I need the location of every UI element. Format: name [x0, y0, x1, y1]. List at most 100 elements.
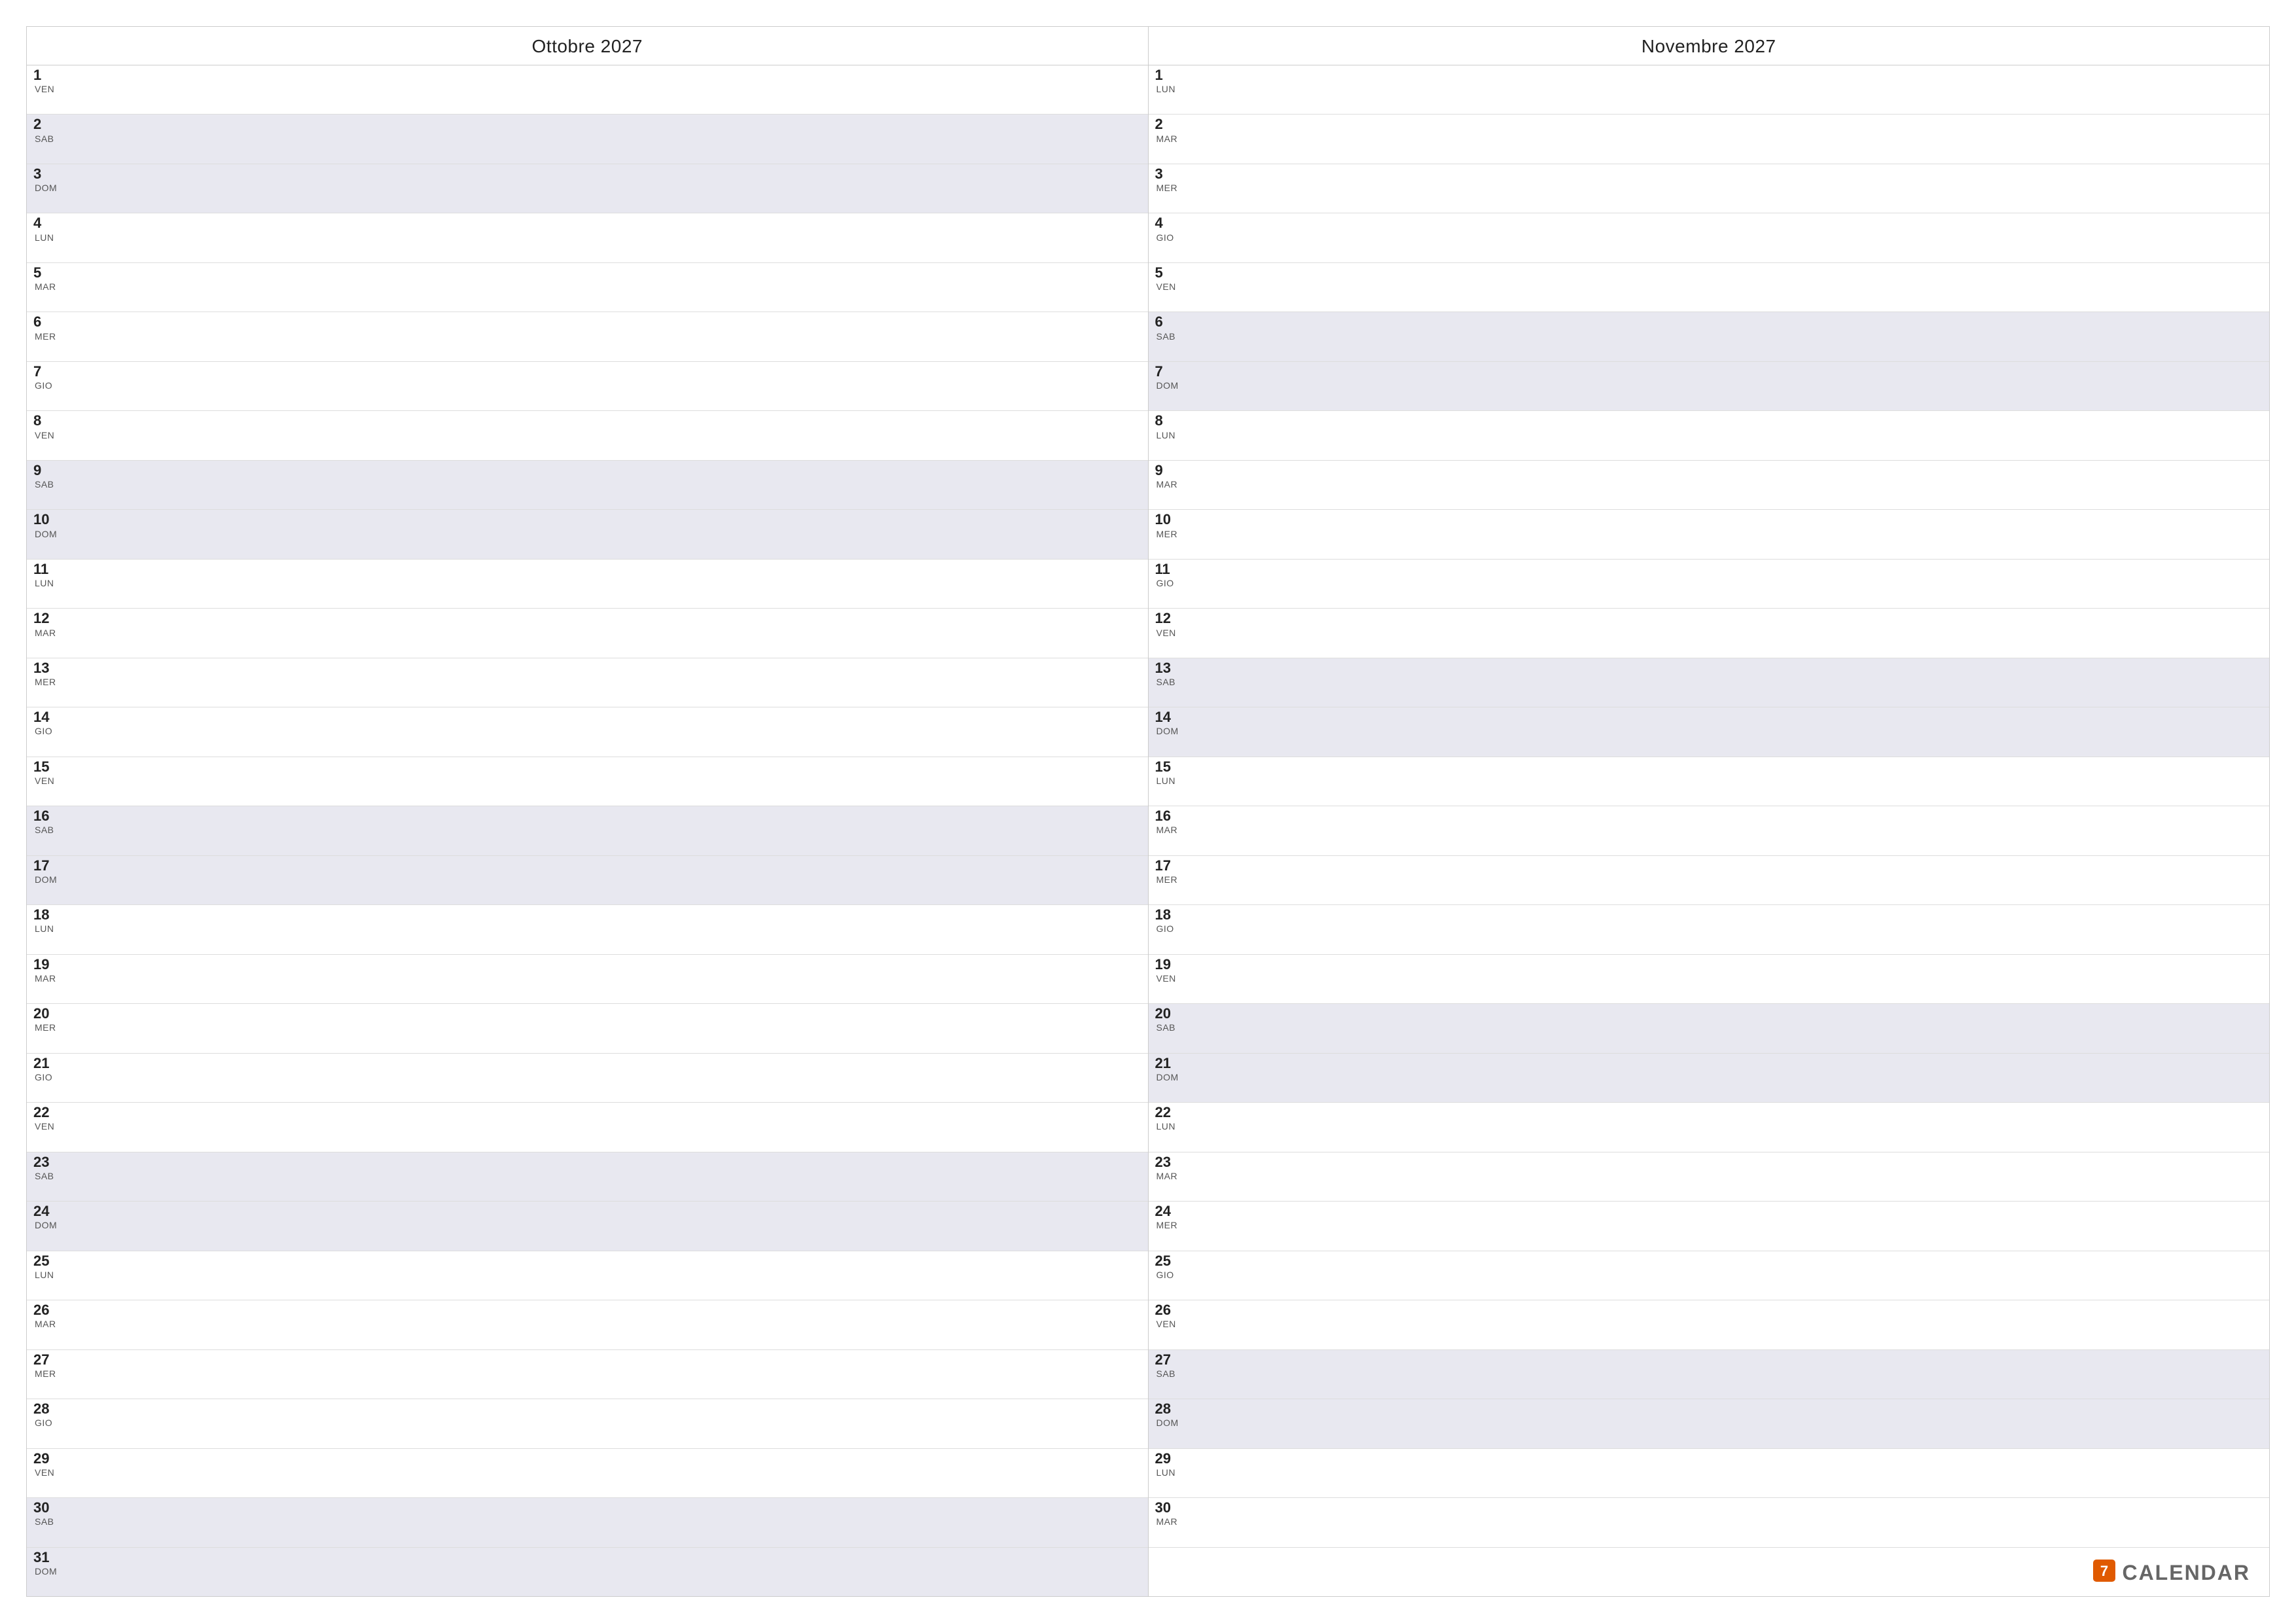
day-info: 9SAB — [33, 463, 57, 490]
day-row: 28GIO — [27, 1399, 1148, 1448]
day-info: 1VEN — [33, 67, 57, 95]
day-row: 21DOM — [1149, 1054, 2270, 1103]
day-number: 29 — [33, 1451, 57, 1467]
day-number: 16 — [33, 808, 57, 824]
day-row: 20MER — [27, 1004, 1148, 1053]
day-row: 10MER — [1149, 510, 2270, 559]
day-name: SAB — [1157, 1023, 1179, 1033]
day-row: 3DOM — [27, 164, 1148, 213]
day-row: 9SAB — [27, 461, 1148, 510]
day-row: 24 DOM — [27, 1202, 1148, 1251]
day-number: 10 — [33, 512, 57, 527]
day-number: 18 — [1155, 907, 1179, 923]
day-number: 13 — [33, 660, 57, 676]
day-name: VEN — [1157, 282, 1179, 292]
day-row: 30MAR — [1149, 1498, 2270, 1547]
day-name: SAB — [1157, 1369, 1179, 1379]
day-name: MAR — [35, 1319, 57, 1329]
day-number: 7 — [33, 364, 57, 380]
day-info: 11GIO — [1155, 562, 1179, 589]
day-name: DOM — [1157, 381, 1179, 391]
day-name: MER — [1157, 1221, 1179, 1230]
day-name: GIO — [35, 381, 57, 391]
day-row: 22VEN — [27, 1103, 1148, 1152]
day-name: SAB — [35, 1171, 57, 1181]
day-info: 14GIO — [33, 709, 57, 737]
day-row: 1LUN — [1149, 65, 2270, 115]
day-number: 5 — [1155, 265, 1179, 281]
day-number: 24 — [33, 1204, 57, 1219]
day-number: 7 — [1155, 364, 1179, 380]
day-info: 23MAR — [1155, 1154, 1179, 1182]
day-row: 7DOM — [1149, 362, 2270, 411]
day-name: MAR — [1157, 134, 1179, 144]
day-info: 8VEN — [33, 413, 57, 440]
day-row: 16MAR — [1149, 806, 2270, 855]
day-row: 2MAR — [1149, 115, 2270, 164]
day-name: MER — [1157, 875, 1179, 885]
day-row: 25GIO — [1149, 1251, 2270, 1300]
day-row: 23MAR — [1149, 1152, 2270, 1202]
calendar-container: Ottobre 20271VEN2SAB3DOM4LUN5MAR6MER7GIO… — [0, 0, 2296, 1623]
day-number: 10 — [1155, 512, 1179, 527]
day-info: 26VEN — [1155, 1302, 1179, 1330]
day-number: 17 — [33, 858, 57, 874]
days-list-1: 1LUN2MAR3MER4GIO5VEN6SAB7DOM8LUN9MAR10ME… — [1149, 65, 2270, 1596]
months-row: Ottobre 20271VEN2SAB3DOM4LUN5MAR6MER7GIO… — [26, 26, 2270, 1597]
day-info: 2SAB — [33, 116, 57, 144]
day-row: 12VEN — [1149, 609, 2270, 658]
day-info: 9MAR — [1155, 463, 1179, 490]
day-name: GIO — [1157, 579, 1179, 588]
day-name: DOM — [35, 875, 57, 885]
day-name: DOM — [35, 1221, 57, 1230]
day-number: 6 — [1155, 314, 1179, 330]
day-name: MER — [35, 677, 57, 687]
day-name: MER — [35, 1369, 57, 1379]
day-row: 7GIO — [27, 362, 1148, 411]
day-name: SAB — [1157, 332, 1179, 342]
day-info: 26MAR — [33, 1302, 57, 1330]
day-row: 10DOM — [27, 510, 1148, 559]
day-name: GIO — [35, 1418, 57, 1428]
day-info: 12VEN — [1155, 611, 1179, 638]
day-number: 25 — [33, 1253, 57, 1269]
day-number: 15 — [1155, 759, 1179, 775]
day-name: DOM — [1157, 1418, 1179, 1428]
day-info: 17MER — [1155, 858, 1179, 885]
day-info: 13SAB — [1155, 660, 1179, 688]
day-info: 7GIO — [33, 364, 57, 391]
day-info: 4GIO — [1155, 215, 1179, 243]
day-name: DOM — [1157, 1073, 1179, 1082]
day-name: LUN — [35, 233, 57, 243]
day-row: 4GIO — [1149, 213, 2270, 262]
day-name: VEN — [35, 1122, 57, 1132]
day-info: 5VEN — [1155, 265, 1179, 293]
day-row: 21GIO — [27, 1054, 1148, 1103]
day-row: 12MAR — [27, 609, 1148, 658]
day-info: 28DOM — [1155, 1401, 1179, 1429]
day-info: 15LUN — [1155, 759, 1179, 787]
day-number: 15 — [33, 759, 57, 775]
day-info: 29LUN — [1155, 1451, 1179, 1478]
day-number: 30 — [1155, 1500, 1179, 1516]
day-row: 16SAB — [27, 806, 1148, 855]
day-row: 25LUN — [27, 1251, 1148, 1300]
day-row: 27SAB — [1149, 1350, 2270, 1399]
day-info: 31DOM — [33, 1550, 57, 1577]
day-row: 15VEN — [27, 757, 1148, 806]
day-info: 3MER — [1155, 166, 1179, 194]
day-row: 8LUN — [1149, 411, 2270, 460]
day-row: 19MAR — [27, 955, 1148, 1004]
day-info: 2MAR — [1155, 116, 1179, 144]
day-info: 18LUN — [33, 907, 57, 935]
day-row: 20SAB — [1149, 1004, 2270, 1053]
day-name: VEN — [35, 776, 57, 786]
day-row: 11LUN — [27, 560, 1148, 609]
day-info: 10DOM — [33, 512, 57, 539]
day-number: 9 — [1155, 463, 1179, 478]
day-row: 6 SAB — [1149, 312, 2270, 361]
day-info: 19MAR — [33, 957, 57, 984]
day-info: 14DOM — [1155, 709, 1179, 737]
day-row: 11GIO — [1149, 560, 2270, 609]
day-number: 8 — [1155, 413, 1179, 429]
